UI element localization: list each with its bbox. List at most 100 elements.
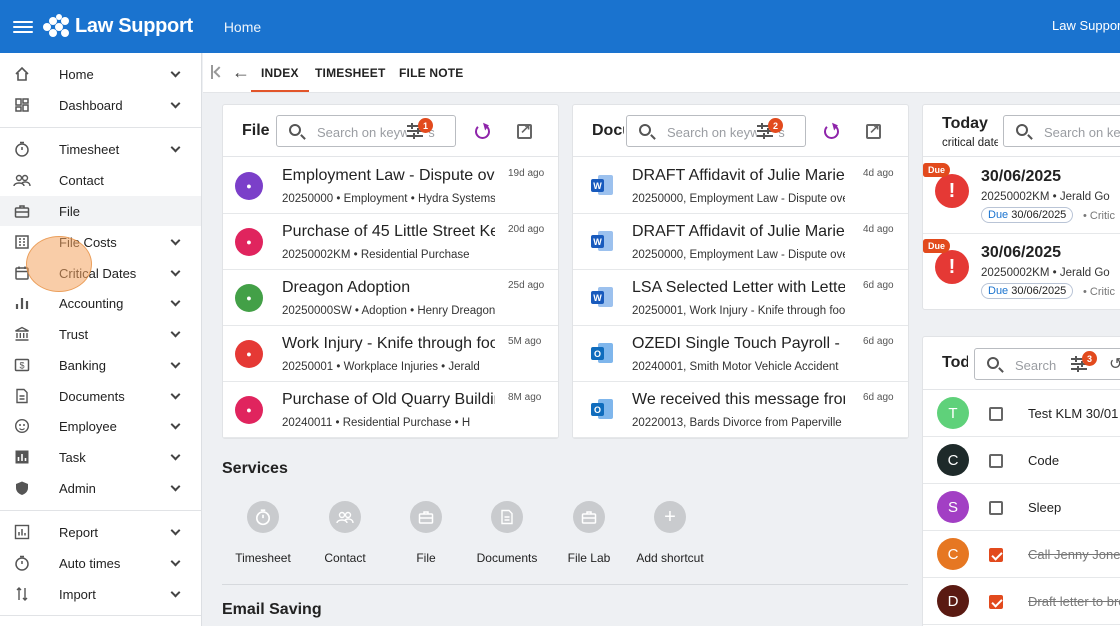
search-icon [987, 357, 999, 369]
document-row[interactable]: W DRAFT Affidavit of Julie Marie 20250000,… [573, 158, 908, 214]
tab-index[interactable]: INDEX [251, 66, 309, 92]
document-row[interactable]: W LSA Selected Letter with Letterhead 2025… [573, 270, 908, 326]
critical-date-row[interactable]: Due ! 30/06/2025 20250002KM • Jerald Go … [923, 158, 1120, 234]
file-row[interactable]: ● Employment Law - Dispute over 20250000 •… [223, 158, 558, 214]
menu-icon[interactable] [13, 20, 33, 33]
chevron-down-icon[interactable] [170, 296, 181, 306]
sidebar-item-contact[interactable]: Contact [0, 165, 201, 195]
chevron-down-icon[interactable] [170, 419, 181, 429]
sidebar-item-trust[interactable]: Trust [0, 319, 201, 349]
filter-icon[interactable]: 1 [407, 118, 433, 139]
document-row[interactable]: W DRAFT Affidavit of Julie Marie 20250000,… [573, 214, 908, 270]
people-icon [13, 171, 31, 189]
service-timesheet[interactable]: Timesheet [223, 501, 303, 565]
todo-text: Draft letter to bro [1028, 594, 1120, 609]
sidebar-item-documents[interactable]: Documents [0, 381, 201, 411]
sidebar-item-report[interactable]: Report [0, 517, 201, 547]
chevron-down-icon[interactable] [170, 327, 181, 337]
sidebar-item-employee[interactable]: Employee [0, 411, 201, 441]
todo-panel-header: Todo Search 3 ↺ [923, 337, 1120, 390]
sidebar-item-dashboard[interactable]: Dashboard [0, 90, 201, 120]
todo-row[interactable]: D Draft letter to bro [923, 578, 1120, 625]
todo-checkbox[interactable] [989, 454, 1003, 468]
open-external-icon[interactable] [517, 121, 532, 139]
due-badge: Due [923, 239, 951, 253]
todo-text: Test KLM 30/01 [1028, 406, 1119, 421]
chevron-down-icon[interactable] [170, 481, 181, 491]
file-row[interactable]: ● Work Injury - Knife through foot 2025000… [223, 326, 558, 382]
sidebar-item-file[interactable]: File [0, 196, 201, 226]
todo-checkbox[interactable] [989, 501, 1003, 515]
sidebar-item-banking[interactable]: $ Banking [0, 350, 201, 380]
sidebar-item-critical-dates[interactable]: Critical Dates [0, 258, 201, 288]
files-search-input[interactable]: Search on keywords 1 [276, 115, 456, 147]
todo-row[interactable]: C Call Jenny Jones [923, 531, 1120, 578]
sidebar-item-task[interactable]: Task [0, 442, 201, 472]
service-label: Timesheet [235, 551, 291, 565]
back-arrow-icon[interactable]: ← [232, 63, 250, 81]
chevron-down-icon[interactable] [170, 358, 181, 368]
document-row[interactable]: O OZEDI Single Touch Payroll - 20240001, … [573, 326, 908, 382]
service-file-lab[interactable]: File Lab [549, 501, 629, 565]
chevron-down-icon[interactable] [170, 450, 181, 460]
open-external-icon[interactable] [866, 121, 881, 139]
service-add-shortcut[interactable]: + Add shortcut [630, 501, 710, 565]
history-icon[interactable]: ↺ [1109, 354, 1120, 374]
todo-checkbox[interactable] [989, 407, 1003, 421]
chevron-down-icon[interactable] [170, 556, 181, 566]
service-contact[interactable]: Contact [305, 501, 385, 565]
sidebar-item-import[interactable]: Import [0, 579, 201, 609]
top-nav-home-link[interactable]: Home [224, 19, 261, 35]
first-page-icon[interactable] [211, 65, 221, 79]
timer-icon [247, 501, 279, 533]
chevron-down-icon[interactable] [170, 266, 181, 276]
file-row[interactable]: ● Purchase of 45 Little Street Ke 20250002… [223, 214, 558, 270]
refresh-icon[interactable] [824, 124, 839, 139]
chevron-down-icon[interactable] [170, 525, 181, 535]
chevron-down-icon[interactable] [170, 67, 181, 77]
file-row[interactable]: ● Dreagon Adoption 20250000SW • Adoption •… [223, 270, 558, 326]
document-row[interactable]: O We received this message from 20220013, … [573, 382, 908, 438]
chevron-down-icon[interactable] [170, 587, 181, 597]
sidebar-divider [0, 615, 201, 616]
service-documents[interactable]: Documents [467, 501, 547, 565]
file-title: Employment Law - Dispute over [282, 167, 495, 184]
filter-icon[interactable]: 2 [757, 118, 783, 139]
app-logo[interactable]: Law Support [43, 13, 193, 40]
todo-checkbox[interactable] [989, 548, 1003, 562]
files-panel-title: File [242, 122, 270, 139]
document-title: LSA Selected Letter with Letterhead [632, 279, 845, 296]
sidebar-item-admin[interactable]: Admin [0, 473, 201, 503]
documents-search-input[interactable]: Search on keywords 2 [626, 115, 806, 147]
document-time: 6d ago [863, 336, 894, 347]
user-menu[interactable]: Law Support [1052, 18, 1120, 33]
search-placeholder: Search [1015, 358, 1057, 373]
service-file[interactable]: File [386, 501, 466, 565]
todo-checkbox[interactable] [989, 595, 1003, 609]
sidebar-item-file-costs[interactable]: File Costs [0, 227, 201, 257]
tab-timesheet[interactable]: TIMESHEET [315, 66, 385, 80]
sidebar-item-accounting[interactable]: Accounting [0, 288, 201, 318]
todo-row[interactable]: S Sleep [923, 484, 1120, 531]
document-subtitle: 20250000, Employment Law - Dispute over [632, 249, 845, 261]
sidebar-divider [0, 127, 201, 128]
refresh-icon[interactable] [475, 124, 490, 139]
file-title: Purchase of Old Quarry Building [282, 391, 495, 408]
todo-row[interactable]: C Code [923, 437, 1120, 484]
filter-icon[interactable]: 3 [1071, 351, 1097, 372]
critical-date-row[interactable]: Due ! 30/06/2025 20250002KM • Jerald Go … [923, 234, 1120, 309]
sidebar-item-timesheet[interactable]: Timesheet [0, 134, 201, 164]
today-search-input[interactable]: Search on keywords [1003, 115, 1120, 147]
avatar: S [937, 491, 969, 523]
sidebar-item-auto-times[interactable]: Auto times [0, 548, 201, 578]
document-subtitle: 20250000, Employment Law - Dispute over [632, 193, 845, 205]
tab-file-note[interactable]: FILE NOTE [399, 66, 463, 80]
file-row[interactable]: ● Purchase of Old Quarry Building 20240011… [223, 382, 558, 438]
sidebar-item-home[interactable]: Home [0, 59, 201, 89]
todo-row[interactable]: T Test KLM 30/01 [923, 390, 1120, 437]
chevron-down-icon[interactable] [170, 235, 181, 245]
todo-search-input[interactable]: Search 3 ↺ [974, 348, 1120, 380]
chevron-down-icon[interactable] [170, 98, 181, 108]
chevron-down-icon[interactable] [170, 142, 181, 152]
chevron-down-icon[interactable] [170, 389, 181, 399]
